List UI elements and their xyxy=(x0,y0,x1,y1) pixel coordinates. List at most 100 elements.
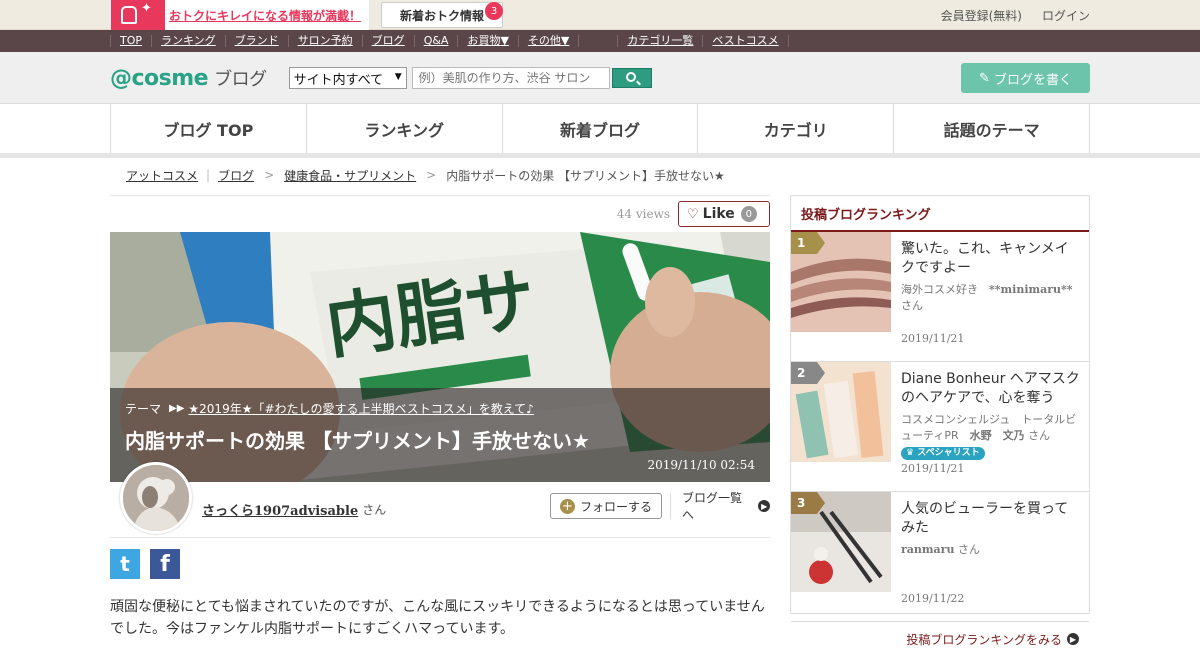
global-nav-brand[interactable]: ブランド xyxy=(226,35,289,47)
facebook-icon[interactable]: f xyxy=(150,549,180,579)
promo-banner[interactable]: ✦ おトクにキレイになる情報が満載！ xyxy=(110,0,370,30)
ranking-thumbnail[interactable]: 1 xyxy=(791,232,891,332)
rank-badge: 2 xyxy=(791,362,825,384)
new-deals-label: 新着おトク情報 xyxy=(400,8,485,23)
follow-label: フォローする xyxy=(579,499,652,514)
author-row: さっくら1907advisable さん + フォローする ブログ一覧へ ▶ xyxy=(110,462,770,538)
ranking-author-suffix: さん xyxy=(1028,429,1051,442)
new-deals-button[interactable]: 新着おトク情報 3 xyxy=(381,2,504,28)
tab-category[interactable]: カテゴリ xyxy=(697,104,893,153)
global-nav: TOP ランキング ブランド サロン予約 ブログ Q&A お買物▼ その他▼ カ… xyxy=(0,30,1200,52)
login-link[interactable]: ログイン xyxy=(1042,7,1090,24)
plus-icon: + xyxy=(559,498,575,514)
like-count: 0 xyxy=(740,206,757,222)
author-suffix: さん xyxy=(362,503,387,517)
breadcrumb-home[interactable]: アットコスメ xyxy=(126,167,198,184)
search-icon xyxy=(625,72,636,82)
dropdown-arrow-icon: ▼ xyxy=(394,72,402,82)
author-name[interactable]: さっくら1907advisable xyxy=(202,500,358,519)
promo-bar: ✦ おトクにキレイになる情報が満載！ 新着おトク情報 3 会員登録(無料) ログ… xyxy=(0,0,1200,30)
article-meta-bar: 44 views ♡ Like 0 xyxy=(110,195,770,232)
ranking-date: 2019/11/21 xyxy=(901,332,965,345)
ranking-title[interactable]: 驚いた。これ、キャンメイクですよー xyxy=(901,240,1081,278)
breadcrumb: アットコスメ | ブログ > 健康食品・サプリメント > 内脂サポートの効果 【… xyxy=(0,158,1200,192)
ranking-heading: 投稿ブログランキング xyxy=(791,196,1089,232)
global-nav-shopping[interactable]: お買物▼ xyxy=(458,35,519,47)
ranking-author: ranmaru さん xyxy=(901,542,1081,558)
theme-row: テーマ ▶▶ ★2019年★「#わたしの愛する上半期ベストコスメ」を教えて♪ xyxy=(125,400,755,417)
tab-new-blogs[interactable]: 新着ブログ xyxy=(501,104,698,153)
ranking-date: 2019/11/22 xyxy=(901,592,965,605)
ranking-author-name[interactable]: 水野 文乃 xyxy=(970,429,1025,442)
new-deals-count-badge: 3 xyxy=(485,2,504,20)
specialist-badge: ♛ スペシャリスト xyxy=(901,447,985,460)
account-links: 会員登録(無料) ログイン xyxy=(941,7,1090,24)
global-nav-categories[interactable]: カテゴリ一覧 xyxy=(617,35,704,47)
breadcrumb-divider: | xyxy=(206,168,211,182)
global-nav-qa[interactable]: Q&A xyxy=(415,35,459,47)
breadcrumb-blog[interactable]: ブログ xyxy=(218,167,254,184)
double-arrow-icon: ▶▶ xyxy=(169,403,185,414)
ranking-thumbnail[interactable]: 2 xyxy=(791,362,891,462)
global-nav-other[interactable]: その他▼ xyxy=(519,35,580,47)
search-button[interactable] xyxy=(611,68,652,88)
breadcrumb-separator: > xyxy=(264,168,275,182)
follow-button[interactable]: + フォローする xyxy=(550,493,662,519)
ranking-more-label: 投稿ブログランキングをみる xyxy=(906,632,1062,647)
theme-link[interactable]: ★2019年★「#わたしの愛する上半期ベストコスメ」を教えて♪ xyxy=(188,400,533,417)
blog-list-link[interactable]: ブログ一覧へ ▶ xyxy=(670,491,770,522)
register-link[interactable]: 会員登録(無料) xyxy=(941,7,1022,24)
article-date: 2019/11/10 02:54 xyxy=(647,458,755,472)
search-input[interactable] xyxy=(411,67,610,89)
article-body: 頑固な便秘にとても悩まされていたのですが、こんな風にスッキリできるようになるとは… xyxy=(110,599,765,637)
ranking-author-name[interactable]: **minimaru** xyxy=(989,283,1073,296)
tab-ranking[interactable]: ランキング xyxy=(305,104,502,153)
article-title: 内脂サポートの効果 【サプリメント】手放せない★ xyxy=(125,429,590,453)
share-buttons: t f xyxy=(110,538,770,590)
heart-icon: ♡ xyxy=(687,206,699,222)
avatar[interactable] xyxy=(120,462,192,534)
ranking-more-link[interactable]: 投稿ブログランキングをみる ▶ xyxy=(791,622,1089,656)
ranking-title[interactable]: 人気のビューラーを買ってみた xyxy=(901,500,1081,538)
theme-label: テーマ xyxy=(125,402,162,416)
article: 44 views ♡ Like 0 内脂サ テーマ ▶▶ ★2019年★「#わた… xyxy=(110,195,770,640)
ranking-sidebar: 投稿ブログランキング 1 驚いた。これ、キャンメイクですよー 海外コスメ好き *… xyxy=(790,195,1090,647)
global-nav-blog[interactable]: ブログ xyxy=(363,35,415,47)
avatar-silhouette xyxy=(123,465,189,531)
ranking-author-prefix: 海外コスメ好き xyxy=(901,283,989,296)
global-nav-ranking[interactable]: ランキング xyxy=(152,35,226,47)
like-button[interactable]: ♡ Like 0 xyxy=(678,201,770,227)
ranking-title[interactable]: Diane Bonheur ヘアマスクのヘアケアで、心を奪う美… xyxy=(901,370,1081,408)
logo-sub-text: ブログ xyxy=(214,69,267,90)
breadcrumb-category[interactable]: 健康食品・サプリメント xyxy=(284,167,416,184)
edit-icon: ✎ xyxy=(979,70,990,86)
ranking-item[interactable]: 3 人気のビューラーを買ってみた ranmaru さん 2019/11/22 xyxy=(791,492,1089,622)
global-nav-top[interactable]: TOP xyxy=(110,35,153,47)
article-hero-image: 内脂サ テーマ ▶▶ ★2019年★「#わたしの愛する上半期ベストコスメ」を教え… xyxy=(110,232,770,482)
chevron-right-icon: ▶ xyxy=(1067,633,1079,645)
ranking-author-suffix: さん xyxy=(901,299,923,312)
global-nav-salon[interactable]: サロン予約 xyxy=(289,35,363,47)
ranking-author: コスメコンシェルジュ トータルビューティPR 水野 文乃 さん ♛ スペシャリス… xyxy=(901,412,1081,460)
ranking-item[interactable]: 2 Diane Bonheur ヘアマスクのヘアケアで、心を奪う美… コスメコン… xyxy=(791,362,1089,492)
site-logo[interactable]: @cosme ブログ xyxy=(110,65,267,91)
ranking-author-name[interactable]: ranmaru xyxy=(901,543,954,556)
logo-text: @cosme xyxy=(110,66,209,91)
view-count: 44 views xyxy=(616,207,670,221)
write-blog-button[interactable]: ✎ ブログを書く xyxy=(961,63,1090,93)
ranking-author-suffix: さん xyxy=(957,543,980,556)
ranking-thumbnail[interactable]: 3 xyxy=(791,492,891,592)
rank-badge: 3 xyxy=(791,492,825,514)
search-scope-select[interactable]: サイト内すべて ▼ xyxy=(288,67,407,89)
blog-list-label: ブログ一覧へ xyxy=(682,491,743,522)
breadcrumb-current: 内脂サポートの効果 【サプリメント】手放せない★ xyxy=(446,168,725,183)
specialist-icon: ♛ xyxy=(906,448,915,458)
promo-link[interactable]: おトクにキレイになる情報が満載！ xyxy=(169,7,361,24)
global-nav-best-cosme[interactable]: ベストコスメ xyxy=(703,35,789,47)
ranking-author: 海外コスメ好き **minimaru** さん xyxy=(901,282,1081,314)
tab-blog-top[interactable]: ブログ TOP xyxy=(110,104,306,153)
twitter-icon[interactable]: t xyxy=(110,549,140,579)
tab-topic-themes[interactable]: 話題のテーマ xyxy=(893,104,1090,153)
gift-box-icon: ✦ xyxy=(111,0,165,30)
ranking-item[interactable]: 1 驚いた。これ、キャンメイクですよー 海外コスメ好き **minimaru**… xyxy=(791,232,1089,362)
